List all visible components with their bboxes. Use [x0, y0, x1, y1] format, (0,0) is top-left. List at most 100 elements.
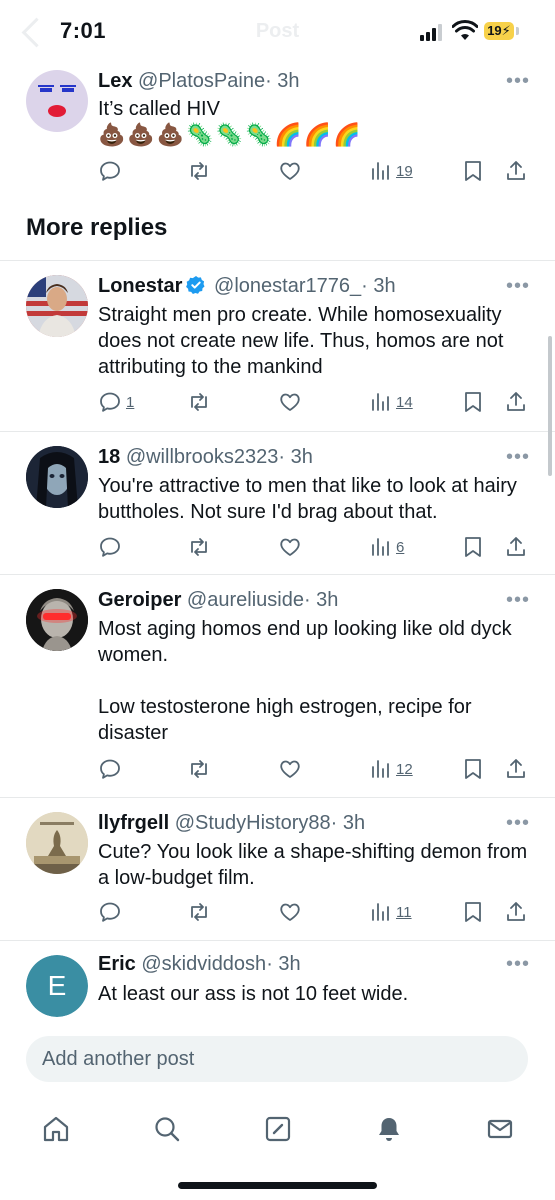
status-time: 7:01: [60, 18, 107, 43]
timestamp: · 3h: [361, 275, 396, 297]
share-button[interactable]: [505, 389, 527, 415]
bookmark-icon: [465, 902, 481, 922]
reply-composer[interactable]: Add another post: [26, 1036, 528, 1082]
reply-icon: [100, 902, 120, 922]
views-icon: [372, 760, 389, 778]
reply-icon: [100, 759, 120, 779]
avatar[interactable]: [26, 446, 88, 508]
reply-icon: [100, 161, 120, 181]
retweet-icon: [191, 393, 207, 411]
reply-button[interactable]: [98, 756, 122, 782]
bookmark-icon: [465, 537, 481, 557]
display-name[interactable]: 18: [98, 446, 120, 468]
reply-tweet[interactable]: Geroiper @aureliuside· 3h ••• Most aging…: [0, 575, 555, 797]
share-button[interactable]: [505, 158, 527, 184]
reply-tweet[interactable]: E Eric @skidviddosh· 3h ••• At least our…: [0, 941, 555, 1024]
bookmark-button[interactable]: [462, 389, 484, 415]
reply-count: 1: [126, 393, 135, 411]
messages-icon[interactable]: [485, 1114, 515, 1144]
reply-button[interactable]: [98, 158, 122, 184]
share-icon: [507, 902, 525, 921]
handle[interactable]: @skidviddosh: [141, 953, 266, 975]
compose-icon[interactable]: [263, 1114, 293, 1144]
retweet-button[interactable]: [186, 899, 212, 925]
timestamp: · 3h: [265, 70, 300, 92]
handle[interactable]: @PlatosPaine: [138, 70, 265, 92]
bookmark-button[interactable]: [462, 899, 484, 925]
display-name[interactable]: llyfrgell: [98, 812, 169, 834]
heart-icon: [280, 162, 300, 180]
reply-tweet[interactable]: Lonestar @lonestar1776_· 3h ••• Straight…: [0, 261, 555, 431]
like-button[interactable]: [278, 756, 302, 782]
notifications-icon[interactable]: [374, 1114, 404, 1144]
share-button[interactable]: [505, 756, 527, 782]
reply-button[interactable]: 1: [98, 389, 134, 415]
reply-button[interactable]: [98, 899, 122, 925]
tab-bar: [0, 1114, 555, 1158]
views-count: 6: [396, 538, 405, 556]
home-icon[interactable]: [41, 1114, 71, 1144]
reply-tweet[interactable]: 18 @willbrooks2323· 3h ••• You're attrac…: [0, 432, 555, 574]
avatar[interactable]: [26, 589, 88, 651]
more-options-icon[interactable]: •••: [506, 446, 530, 469]
more-options-icon[interactable]: •••: [506, 70, 530, 93]
share-icon: [507, 392, 525, 411]
handle[interactable]: @lonestar1776_: [214, 275, 361, 297]
handle[interactable]: @StudyHistory88: [175, 812, 331, 834]
retweet-button[interactable]: [186, 534, 212, 560]
avatar[interactable]: [26, 812, 88, 874]
more-options-icon[interactable]: •••: [506, 953, 530, 976]
bookmark-button[interactable]: [462, 158, 484, 184]
share-button[interactable]: [505, 534, 527, 560]
tweet-header: Lex @PlatosPaine· 3h: [98, 70, 300, 93]
tweet-header: llyfrgell @StudyHistory88· 3h: [98, 812, 365, 835]
retweet-icon: [191, 903, 207, 921]
display-name[interactable]: Lonestar: [98, 275, 182, 297]
handle[interactable]: @aureliuside: [187, 589, 304, 611]
more-options-icon[interactable]: •••: [506, 589, 530, 612]
tweet-text: It’s called HIV: [98, 98, 220, 120]
tweet-actions: 11: [0, 899, 555, 929]
avatar[interactable]: [26, 275, 88, 337]
like-button[interactable]: [278, 899, 302, 925]
tweet-emojis: 💩💩💩🦠🦠🦠🌈🌈🌈: [98, 122, 363, 147]
display-name[interactable]: Lex: [98, 70, 132, 92]
retweet-button[interactable]: [186, 158, 212, 184]
views-button[interactable]: 11: [370, 899, 412, 925]
like-button[interactable]: [278, 534, 302, 560]
retweet-button[interactable]: [186, 389, 212, 415]
section-title: More replies: [26, 214, 168, 241]
views-button[interactable]: 12: [370, 756, 413, 782]
scrollbar[interactable]: [548, 336, 552, 476]
bookmark-button[interactable]: [462, 534, 484, 560]
battery-indicator: 19⚡: [484, 22, 514, 40]
bookmark-icon: [465, 759, 481, 779]
reply-tweet[interactable]: llyfrgell @StudyHistory88· 3h ••• Cute? …: [0, 798, 555, 940]
timestamp: · 3h: [330, 812, 366, 834]
reply-button[interactable]: [98, 534, 122, 560]
views-button[interactable]: 6: [370, 534, 404, 560]
like-button[interactable]: [278, 389, 302, 415]
search-icon[interactable]: [152, 1114, 182, 1144]
tweet-header: 18 @willbrooks2323· 3h: [98, 446, 313, 469]
more-options-icon[interactable]: •••: [506, 812, 530, 835]
avatar[interactable]: [26, 70, 88, 132]
views-button[interactable]: 14: [370, 389, 413, 415]
tweet-actions: 12: [0, 756, 555, 786]
display-name[interactable]: Eric: [98, 953, 136, 975]
like-button[interactable]: [278, 158, 302, 184]
tweet-text: You're attractive to men that like to lo…: [98, 475, 517, 523]
bookmark-button[interactable]: [462, 756, 484, 782]
tweet-actions: 1 14: [0, 389, 555, 419]
avatar[interactable]: E: [26, 955, 88, 1017]
views-count: 11: [396, 903, 412, 921]
bookmark-icon: [465, 161, 481, 181]
handle[interactable]: @willbrooks2323: [126, 446, 279, 468]
share-button[interactable]: [505, 899, 527, 925]
views-button[interactable]: 19: [370, 158, 413, 184]
display-name[interactable]: Geroiper: [98, 589, 181, 611]
tweet-text: Most aging homos end up looking like old…: [98, 618, 512, 744]
timestamp: · 3h: [266, 953, 301, 975]
more-options-icon[interactable]: •••: [506, 275, 530, 298]
retweet-button[interactable]: [186, 756, 212, 782]
